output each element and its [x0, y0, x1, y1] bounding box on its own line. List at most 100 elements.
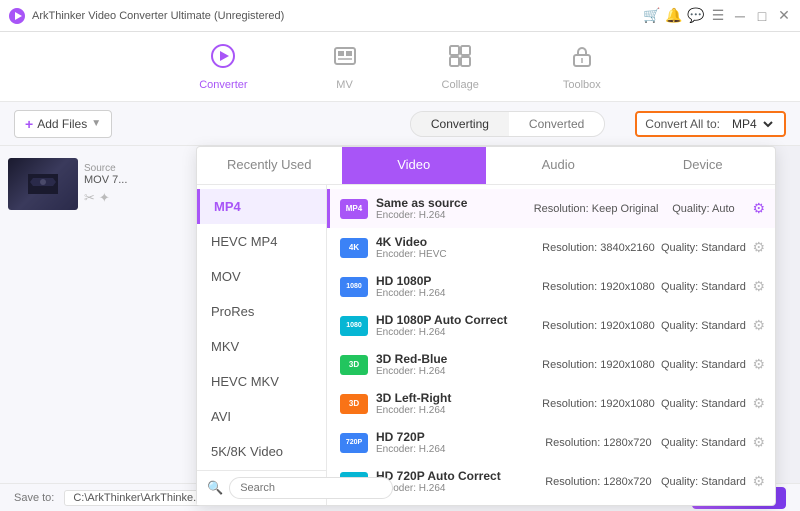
- dropdown-arrow-icon: ▼: [91, 118, 101, 129]
- format-tabs: Recently Used Video Audio Device: [197, 147, 775, 185]
- save-to-label: Save to:: [14, 492, 54, 504]
- format-option-name-1080p: HD 1080P: [376, 274, 538, 288]
- nav-bar: Converter MV Collage: [0, 32, 800, 102]
- close-button[interactable]: ✕: [776, 8, 792, 24]
- format-option-720p[interactable]: 720P HD 720P Encoder: H.264 Resolution: …: [327, 423, 775, 462]
- plus-icon: +: [25, 116, 33, 132]
- format-option-same-as-source[interactable]: MP4 Same as source Encoder: H.264 Resolu…: [327, 189, 775, 228]
- tab-device[interactable]: Device: [631, 147, 776, 184]
- mv-label: MV: [336, 79, 353, 91]
- format-icon-720p: 720P: [340, 433, 368, 453]
- file-name: MOV 7...: [84, 174, 191, 186]
- nav-toolbox[interactable]: Toolbox: [551, 35, 613, 99]
- gear-icon-1080p-auto[interactable]: ⚙: [752, 317, 765, 334]
- format-option-quality-720p: Quality: Standard: [658, 437, 748, 449]
- collage-label: Collage: [442, 79, 479, 91]
- format-option-name-3d-lr: 3D Left-Right: [376, 391, 538, 405]
- tab-video[interactable]: Video: [342, 147, 487, 184]
- format-option-details-3d-lr: 3D Left-Right Encoder: H.264: [376, 391, 538, 416]
- maximize-button[interactable]: □: [754, 8, 770, 24]
- format-list-prores[interactable]: ProRes: [197, 294, 326, 329]
- tab-recently-used[interactable]: Recently Used: [197, 147, 342, 184]
- bell-icon[interactable]: 🔔: [666, 8, 682, 24]
- file-panel: Source MOV 7... ✂ ✦: [0, 146, 200, 483]
- gear-icon-3d-lr[interactable]: ⚙: [752, 395, 765, 412]
- gear-icon-720p[interactable]: ⚙: [752, 434, 765, 451]
- format-list-mp4[interactable]: MP4: [197, 189, 326, 224]
- add-files-button[interactable]: + Add Files ▼: [14, 110, 112, 138]
- format-option-resolution: Resolution: Keep Original: [534, 203, 659, 215]
- gear-icon-1080p[interactable]: ⚙: [752, 278, 765, 295]
- format-options: MP4 Same as source Encoder: H.264 Resolu…: [327, 185, 775, 505]
- format-option-encoder-720p-auto: Encoder: H.264: [376, 483, 538, 494]
- format-panel: Recently Used Video Audio Device MP4 HEV…: [196, 146, 776, 506]
- format-icon-3d-lr: 3D: [340, 394, 368, 414]
- minimize-button[interactable]: ─: [732, 8, 748, 24]
- format-list-5k8k[interactable]: 5K/8K Video: [197, 434, 326, 469]
- format-option-details-720p: HD 720P Encoder: H.264: [376, 430, 538, 455]
- search-input[interactable]: [229, 477, 393, 499]
- format-option-details-720p-auto: HD 720P Auto Correct Encoder: H.264: [376, 469, 538, 494]
- format-option-4k[interactable]: 4K 4K Video Encoder: HEVC Resolution: 38…: [327, 228, 775, 267]
- toolbar: + Add Files ▼ Converting Converted Conve…: [0, 102, 800, 146]
- convert-all-group: Convert All to: MP4 MOV AVI MKV: [635, 111, 786, 137]
- format-list-hevc-mp4[interactable]: HEVC MP4: [197, 224, 326, 259]
- format-option-quality-4k: Quality: Standard: [658, 242, 748, 254]
- format-list-mkv[interactable]: MKV: [197, 329, 326, 364]
- format-list: MP4 HEVC MP4 MOV ProRes MKV HEVC MKV AVI…: [197, 185, 327, 505]
- tab-audio[interactable]: Audio: [486, 147, 631, 184]
- format-body: MP4 HEVC MP4 MOV ProRes MKV HEVC MKV AVI…: [197, 185, 775, 505]
- chat-icon[interactable]: 💬: [688, 8, 704, 24]
- format-option-quality: Quality: Auto: [658, 203, 748, 215]
- format-option-details-3d-rb: 3D Red-Blue Encoder: H.264: [376, 352, 538, 377]
- cut-icon[interactable]: ✂: [84, 190, 95, 206]
- add-files-label: Add Files: [37, 117, 87, 131]
- cart-icon[interactable]: 🛒: [644, 8, 660, 24]
- format-option-3d-lr[interactable]: 3D 3D Left-Right Encoder: H.264 Resoluti…: [327, 384, 775, 423]
- app-logo: [8, 7, 26, 25]
- gear-icon-4k[interactable]: ⚙: [752, 239, 765, 256]
- format-search-bar: 🔍: [197, 470, 327, 505]
- format-option-640p[interactable]: 640 640P Encoder: H.264 ⚙: [327, 501, 775, 505]
- format-option-1080p-auto[interactable]: 1080 HD 1080P Auto Correct Encoder: H.26…: [327, 306, 775, 345]
- mv-icon: [332, 43, 358, 75]
- format-option-details-4k: 4K Video Encoder: HEVC: [376, 235, 538, 260]
- gear-icon-720p-auto[interactable]: ⚙: [752, 473, 765, 490]
- file-thumbnail: [8, 158, 78, 210]
- tab-converted[interactable]: Converted: [509, 112, 604, 136]
- format-option-details-same-as-source: Same as source Encoder: H.264: [376, 196, 534, 221]
- main-content: Source MOV 7... ✂ ✦ Recently Used Video …: [0, 146, 800, 483]
- format-option-name-720p-auto: HD 720P Auto Correct: [376, 469, 538, 483]
- tag-icon[interactable]: ✦: [99, 190, 110, 206]
- nav-mv[interactable]: MV: [320, 35, 370, 99]
- format-option-encoder-3d-rb: Encoder: H.264: [376, 366, 538, 377]
- nav-converter[interactable]: Converter: [187, 35, 259, 99]
- format-option-720p-auto[interactable]: 720P HD 720P Auto Correct Encoder: H.264…: [327, 462, 775, 501]
- gear-icon-3d-rb[interactable]: ⚙: [752, 356, 765, 373]
- format-list-avi[interactable]: AVI: [197, 399, 326, 434]
- format-option-1080p[interactable]: 1080 HD 1080P Encoder: H.264 Resolution:…: [327, 267, 775, 306]
- format-option-3d-rb[interactable]: 3D 3D Red-Blue Encoder: H.264 Resolution…: [327, 345, 775, 384]
- file-item: Source MOV 7... ✂ ✦: [8, 154, 191, 214]
- format-option-quality-3d-lr: Quality: Standard: [658, 398, 748, 410]
- convert-all-select[interactable]: MP4 MOV AVI MKV: [728, 116, 776, 132]
- nav-collage[interactable]: Collage: [430, 35, 491, 99]
- format-option-encoder-3d-lr: Encoder: H.264: [376, 405, 538, 416]
- format-list-mov[interactable]: MOV: [197, 259, 326, 294]
- format-option-encoder-4k: Encoder: HEVC: [376, 249, 538, 260]
- format-option-name: Same as source: [376, 196, 534, 210]
- converter-label: Converter: [199, 79, 247, 91]
- format-option-details-1080p: HD 1080P Encoder: H.264: [376, 274, 538, 299]
- tab-converting[interactable]: Converting: [411, 112, 509, 136]
- collage-icon: [447, 43, 473, 75]
- format-option-name-1080p-auto: HD 1080P Auto Correct: [376, 313, 538, 327]
- format-option-encoder-1080p: Encoder: H.264: [376, 288, 538, 299]
- format-list-hevc-mkv[interactable]: HEVC MKV: [197, 364, 326, 399]
- format-option-encoder-720p: Encoder: H.264: [376, 444, 538, 455]
- gear-icon-active[interactable]: ⚙: [752, 200, 765, 217]
- format-option-resolution-3d-rb: Resolution: 1920x1080: [538, 359, 658, 371]
- format-option-resolution-1080p-auto: Resolution: 1920x1080: [538, 320, 658, 332]
- menu-icon[interactable]: ☰: [710, 8, 726, 24]
- format-option-name-720p: HD 720P: [376, 430, 538, 444]
- format-option-name-3d-rb: 3D Red-Blue: [376, 352, 538, 366]
